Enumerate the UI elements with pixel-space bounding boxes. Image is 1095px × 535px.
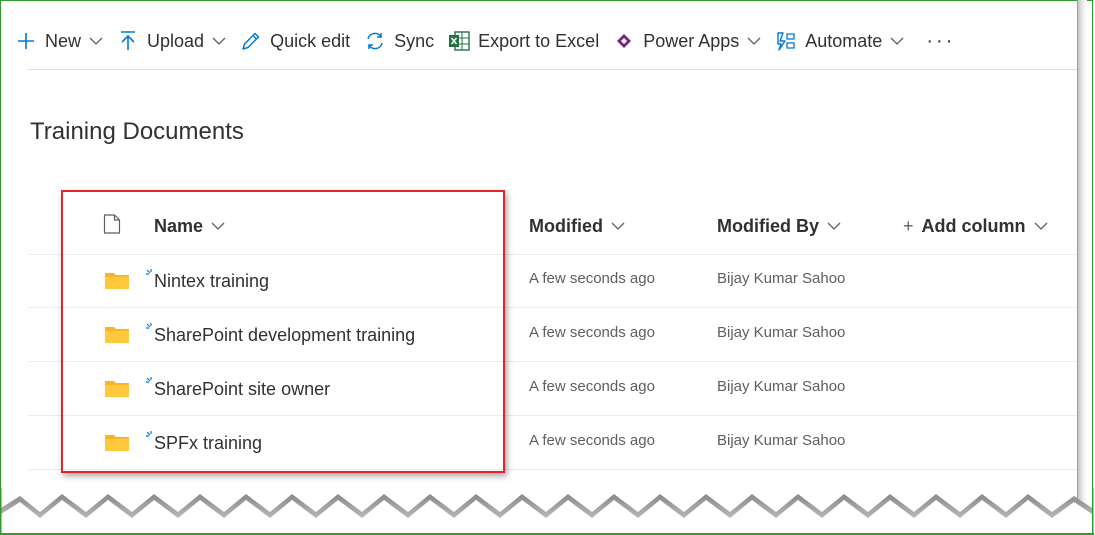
library-title: Training Documents (30, 118, 244, 145)
item-modified: A few seconds ago (529, 378, 655, 395)
chevron-down-icon (747, 34, 761, 48)
item-modified-by[interactable]: Bijay Kumar Sahoo (717, 270, 845, 287)
power-apps-icon (613, 30, 635, 52)
more-label: ··· (926, 29, 956, 52)
modified-by-column-header[interactable]: Modified By (717, 206, 841, 246)
item-modified-by[interactable]: Bijay Kumar Sahoo (717, 324, 845, 341)
upload-icon (117, 30, 139, 52)
chevron-down-icon (611, 221, 625, 231)
power-apps-button[interactable]: Power Apps (613, 20, 761, 62)
chevron-down-icon (212, 34, 226, 48)
new-button[interactable]: New (15, 20, 103, 62)
upload-label: Upload (147, 30, 205, 51)
chevron-down-icon (1034, 221, 1048, 231)
item-modified: A few seconds ago (529, 324, 655, 341)
flow-icon (775, 30, 797, 52)
highlight-box (61, 190, 505, 473)
excel-icon (448, 30, 470, 52)
sync-button[interactable]: Sync (364, 20, 434, 62)
new-label: New (45, 30, 82, 51)
add-column-label: Add column (921, 215, 1026, 236)
export-label: Export to Excel (478, 30, 600, 51)
quick-edit-label: Quick edit (270, 30, 351, 51)
torn-edge (0, 488, 1094, 535)
plus-icon: + (903, 215, 914, 236)
power-apps-label: Power Apps (643, 30, 740, 51)
item-modified: A few seconds ago (529, 270, 655, 287)
chevron-down-icon (890, 34, 904, 48)
sync-label: Sync (394, 30, 435, 51)
pencil-icon (240, 30, 262, 52)
modified-header-label: Modified (529, 215, 603, 236)
modified-column-header[interactable]: Modified (529, 206, 625, 246)
scrollbar-shadow (1077, 0, 1087, 505)
modified-by-header-label: Modified By (717, 215, 819, 236)
export-to-excel-button[interactable]: Export to Excel (448, 20, 599, 62)
automate-button[interactable]: Automate (775, 20, 904, 62)
add-column-button[interactable]: + Add column (903, 206, 1048, 246)
chevron-down-icon (89, 34, 103, 48)
quick-edit-button[interactable]: Quick edit (240, 20, 350, 62)
chevron-down-icon (827, 221, 841, 231)
page-edge (1077, 0, 1078, 505)
item-modified-by[interactable]: Bijay Kumar Sahoo (717, 432, 845, 449)
more-options-button[interactable]: ··· (926, 20, 955, 62)
item-modified: A few seconds ago (529, 432, 655, 449)
command-bar-divider (28, 69, 1077, 70)
automate-label: Automate (805, 30, 883, 51)
command-bar: New Upload Quick edit Sync Export to Exc… (15, 20, 969, 62)
plus-icon (15, 30, 37, 52)
item-modified-by[interactable]: Bijay Kumar Sahoo (717, 378, 845, 395)
sync-icon (364, 30, 386, 52)
upload-button[interactable]: Upload (117, 20, 226, 62)
